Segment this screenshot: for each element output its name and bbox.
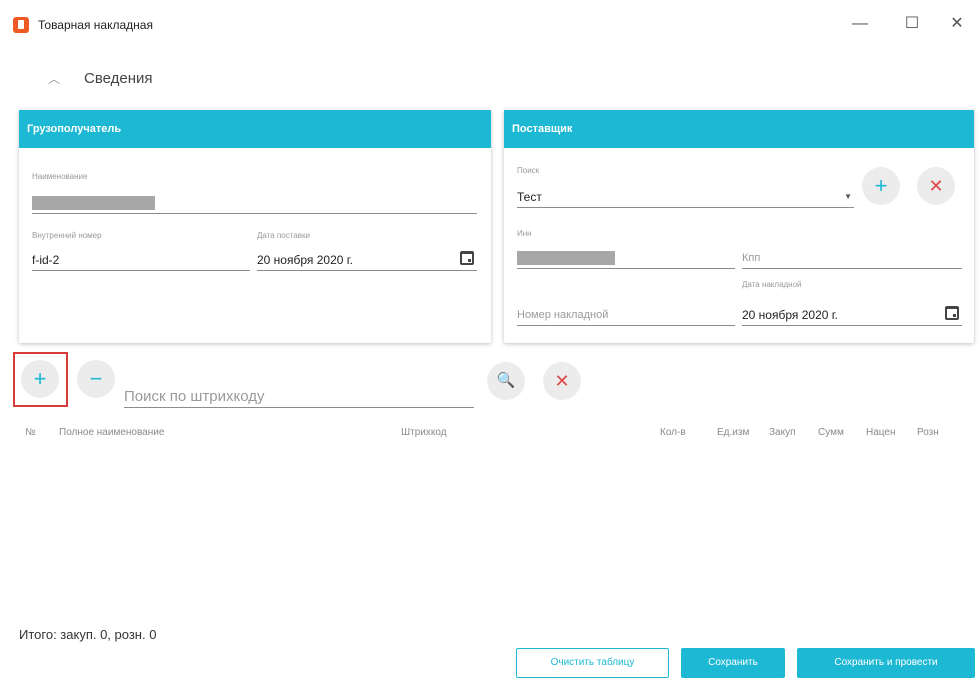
supplier-search-value: Тест [517,190,542,204]
close-button[interactable]: ✕ [942,12,972,36]
internal-number-value: f-id-2 [32,253,60,267]
column-full-name[interactable]: Полное наименование [59,427,164,438]
plus-icon: + [33,366,47,391]
clear-search-button[interactable]: ✕ [543,362,581,400]
redacted-value [517,251,615,265]
consignee-card: Грузополучатель Наименование Внутренний … [19,110,491,343]
save-button[interactable]: Сохранить [681,648,785,678]
totals-text: Итого: закуп. 0, розн. 0 [19,627,157,642]
column-unit[interactable]: Ед.изм [717,427,749,438]
minus-icon: − [89,366,103,391]
maximize-button[interactable]: ☐ [897,12,927,36]
delivery-date-value: 20 ноября 2020 г. [257,253,353,267]
consignee-name-field[interactable]: Наименование [32,172,477,214]
consignee-header: Грузополучатель [19,110,491,148]
column-markup[interactable]: Нацен [866,427,895,438]
plus-icon: + [874,173,888,198]
clear-supplier-button[interactable]: ✕ [917,167,955,205]
kpp-placeholder: Кпп [742,252,761,264]
search-button[interactable]: 🔍 [487,362,525,400]
inn-label: Инн [517,229,532,238]
barcode-search-input[interactable] [124,388,474,405]
internal-number-label: Внутренний номер [32,231,102,240]
calendar-icon[interactable] [945,306,959,320]
dropdown-arrow-icon[interactable]: ▼ [844,192,852,201]
add-supplier-button[interactable]: + [862,167,900,205]
calendar-icon[interactable] [460,251,474,265]
close-icon: ✕ [554,371,570,391]
barcode-search-field[interactable] [124,374,474,408]
minimize-button[interactable]: — [845,12,875,36]
save-and-post-button[interactable]: Сохранить и провести [797,648,975,678]
invoice-number-field[interactable]: Номер накладной [517,280,735,326]
add-row-button[interactable]: + [21,360,59,398]
internal-number-field[interactable]: Внутренний номер f-id-2 [32,231,250,271]
close-icon: ✕ [928,176,944,196]
column-purchase[interactable]: Закуп [769,427,796,438]
column-quantity[interactable]: Кол-в [660,427,686,438]
app-logo-icon [13,17,29,33]
column-barcode[interactable]: Штрихкод [401,427,447,438]
remove-row-button[interactable]: − [77,360,115,398]
invoice-date-value: 20 ноября 2020 г. [742,308,838,322]
column-number[interactable]: № [25,427,36,438]
redacted-value [32,196,155,210]
chevron-up-icon[interactable]: ︿ [48,70,60,87]
clear-table-button[interactable]: Очистить таблицу [516,648,669,678]
column-sum[interactable]: Сумм [818,427,844,438]
invoice-date-label: Дата накладной [742,280,802,289]
window-title: Товарная накладная [38,18,153,32]
supplier-header: Поставщик [504,110,974,148]
section-header[interactable]: ︿ Сведения [48,66,153,90]
delivery-date-field[interactable]: Дата поставки 20 ноября 2020 г. [257,231,477,271]
supplier-search-field[interactable]: Поиск Тест ▼ [517,166,854,208]
invoice-date-field[interactable]: Дата накладной 20 ноября 2020 г. [742,280,962,326]
supplier-search-label: Поиск [517,166,540,175]
kpp-field[interactable]: Кпп [742,229,962,269]
inn-field[interactable]: Инн [517,229,735,269]
supplier-card: Поставщик Поиск Тест ▼ + ✕ Инн Кпп Номер… [504,110,974,343]
title-bar: Товарная накладная — ☐ ✕ [0,0,979,44]
search-icon: 🔍 [496,372,516,389]
section-title: Сведения [84,69,153,87]
delivery-date-label: Дата поставки [257,231,310,240]
column-retail[interactable]: Розн [917,427,939,438]
invoice-number-placeholder: Номер накладной [517,309,609,321]
consignee-name-label: Наименование [32,172,88,181]
